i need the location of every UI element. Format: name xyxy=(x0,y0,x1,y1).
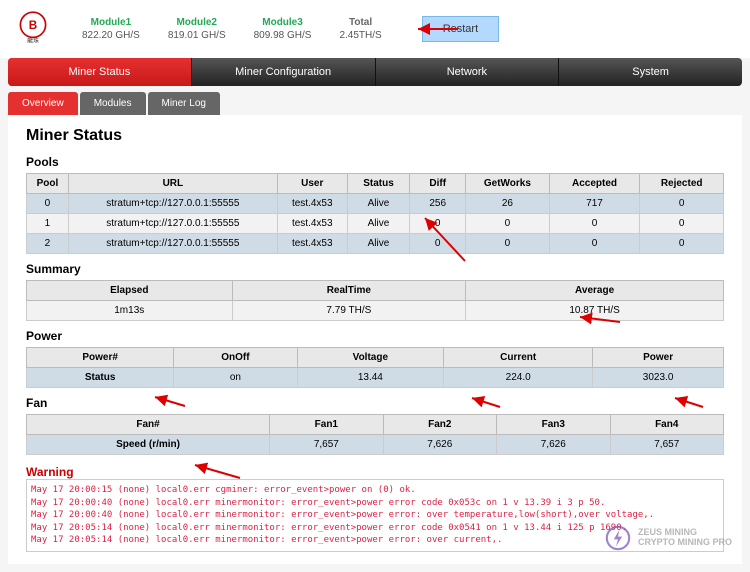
th-accepted: Accepted xyxy=(549,174,640,194)
power-table: Power#OnOffVoltageCurrentPower Statuson1… xyxy=(26,347,724,388)
brand-logo: B龍珠 xyxy=(12,8,54,50)
zeus-icon xyxy=(604,524,632,552)
th-fan1: Fan1 xyxy=(270,415,383,435)
restart-button[interactable]: Restart xyxy=(422,16,499,42)
subtab-modules[interactable]: Modules xyxy=(80,92,146,115)
module1-value: 822.20 GH/S xyxy=(82,30,140,41)
subtab-miner-log[interactable]: Miner Log xyxy=(148,92,220,115)
header: B龍珠 Module1 822.20 GH/S Module2 819.01 GH/… xyxy=(0,0,750,58)
summary-table: ElapsedRealTimeAverage 1m13s7.79 TH/S10.… xyxy=(26,280,724,321)
th-url: URL xyxy=(68,174,277,194)
th-onoff: OnOff xyxy=(174,348,297,368)
log-line: May 17 20:00:40 (none) local0.err minerm… xyxy=(31,497,719,510)
warning-title: Warning xyxy=(26,465,724,479)
summary-title: Summary xyxy=(26,262,724,276)
fan-table: Fan#Fan1Fan2Fan3Fan4 Speed (r/min)7,6577… xyxy=(26,414,724,455)
module2-label: Module2 xyxy=(168,17,226,28)
th-rejected: Rejected xyxy=(640,174,724,194)
table-row: 1stratum+tcp://127.0.0.1:55555test.4x53A… xyxy=(27,214,724,234)
page-title: Miner Status xyxy=(26,127,724,145)
tab-miner-configuration[interactable]: Miner Configuration xyxy=(192,58,376,86)
module-stats: Module1 822.20 GH/S Module2 819.01 GH/S Mo… xyxy=(82,17,382,41)
table-row: 0stratum+tcp://127.0.0.1:55555test.4x53A… xyxy=(27,194,724,214)
svg-text:B: B xyxy=(29,19,38,32)
th-voltage: Voltage xyxy=(297,348,444,368)
module3-label: Module3 xyxy=(254,17,312,28)
th-fannum: Fan# xyxy=(27,415,270,435)
log-line: May 17 20:00:40 (none) local0.err minerm… xyxy=(31,509,719,522)
th-current: Current xyxy=(444,348,593,368)
th-fan2: Fan2 xyxy=(383,415,496,435)
module1-label: Module1 xyxy=(82,17,140,28)
table-row: Speed (r/min)7,6577,6267,6267,657 xyxy=(27,435,724,455)
th-elapsed: Elapsed xyxy=(27,281,233,301)
content: Miner Status Pools Pool URL User Status … xyxy=(8,115,742,564)
th-pool: Pool xyxy=(27,174,69,194)
total-label: Total xyxy=(339,17,381,28)
tab-network[interactable]: Network xyxy=(376,58,560,86)
pools-title: Pools xyxy=(26,155,724,169)
module3-value: 809.98 GH/S xyxy=(254,30,312,41)
module2-value: 819.01 GH/S xyxy=(168,30,226,41)
watermark-line2: CRYPTO MINING PRO xyxy=(638,538,732,548)
th-power: Power xyxy=(593,348,724,368)
fan-title: Fan xyxy=(26,396,724,410)
main-tabs: Miner Status Miner Configuration Network… xyxy=(8,58,742,86)
th-diff: Diff xyxy=(410,174,466,194)
subtab-overview[interactable]: Overview xyxy=(8,92,78,115)
th-realtime: RealTime xyxy=(232,281,466,301)
th-status: Status xyxy=(347,174,410,194)
power-title: Power xyxy=(26,329,724,343)
total-value: 2.45TH/S xyxy=(339,30,381,41)
th-getworks: GetWorks xyxy=(466,174,550,194)
pools-table: Pool URL User Status Diff GetWorks Accep… xyxy=(26,173,724,254)
table-row: 1m13s7.79 TH/S10.87 TH/S xyxy=(27,301,724,321)
table-row: 2stratum+tcp://127.0.0.1:55555test.4x53A… xyxy=(27,234,724,254)
log-line: May 17 20:00:15 (none) local0.err cgmine… xyxy=(31,484,719,497)
sub-tabs: Overview Modules Miner Log xyxy=(8,92,742,115)
th-powernum: Power# xyxy=(27,348,174,368)
th-average: Average xyxy=(466,281,724,301)
th-user: User xyxy=(277,174,347,194)
watermark: ZEUS MINING CRYPTO MINING PRO xyxy=(604,524,732,552)
tab-miner-status[interactable]: Miner Status xyxy=(8,58,192,86)
tab-system[interactable]: System xyxy=(559,58,742,86)
th-fan3: Fan3 xyxy=(497,415,610,435)
th-fan4: Fan4 xyxy=(610,415,724,435)
table-row: Statuson13.44224.03023.0 xyxy=(27,368,724,388)
